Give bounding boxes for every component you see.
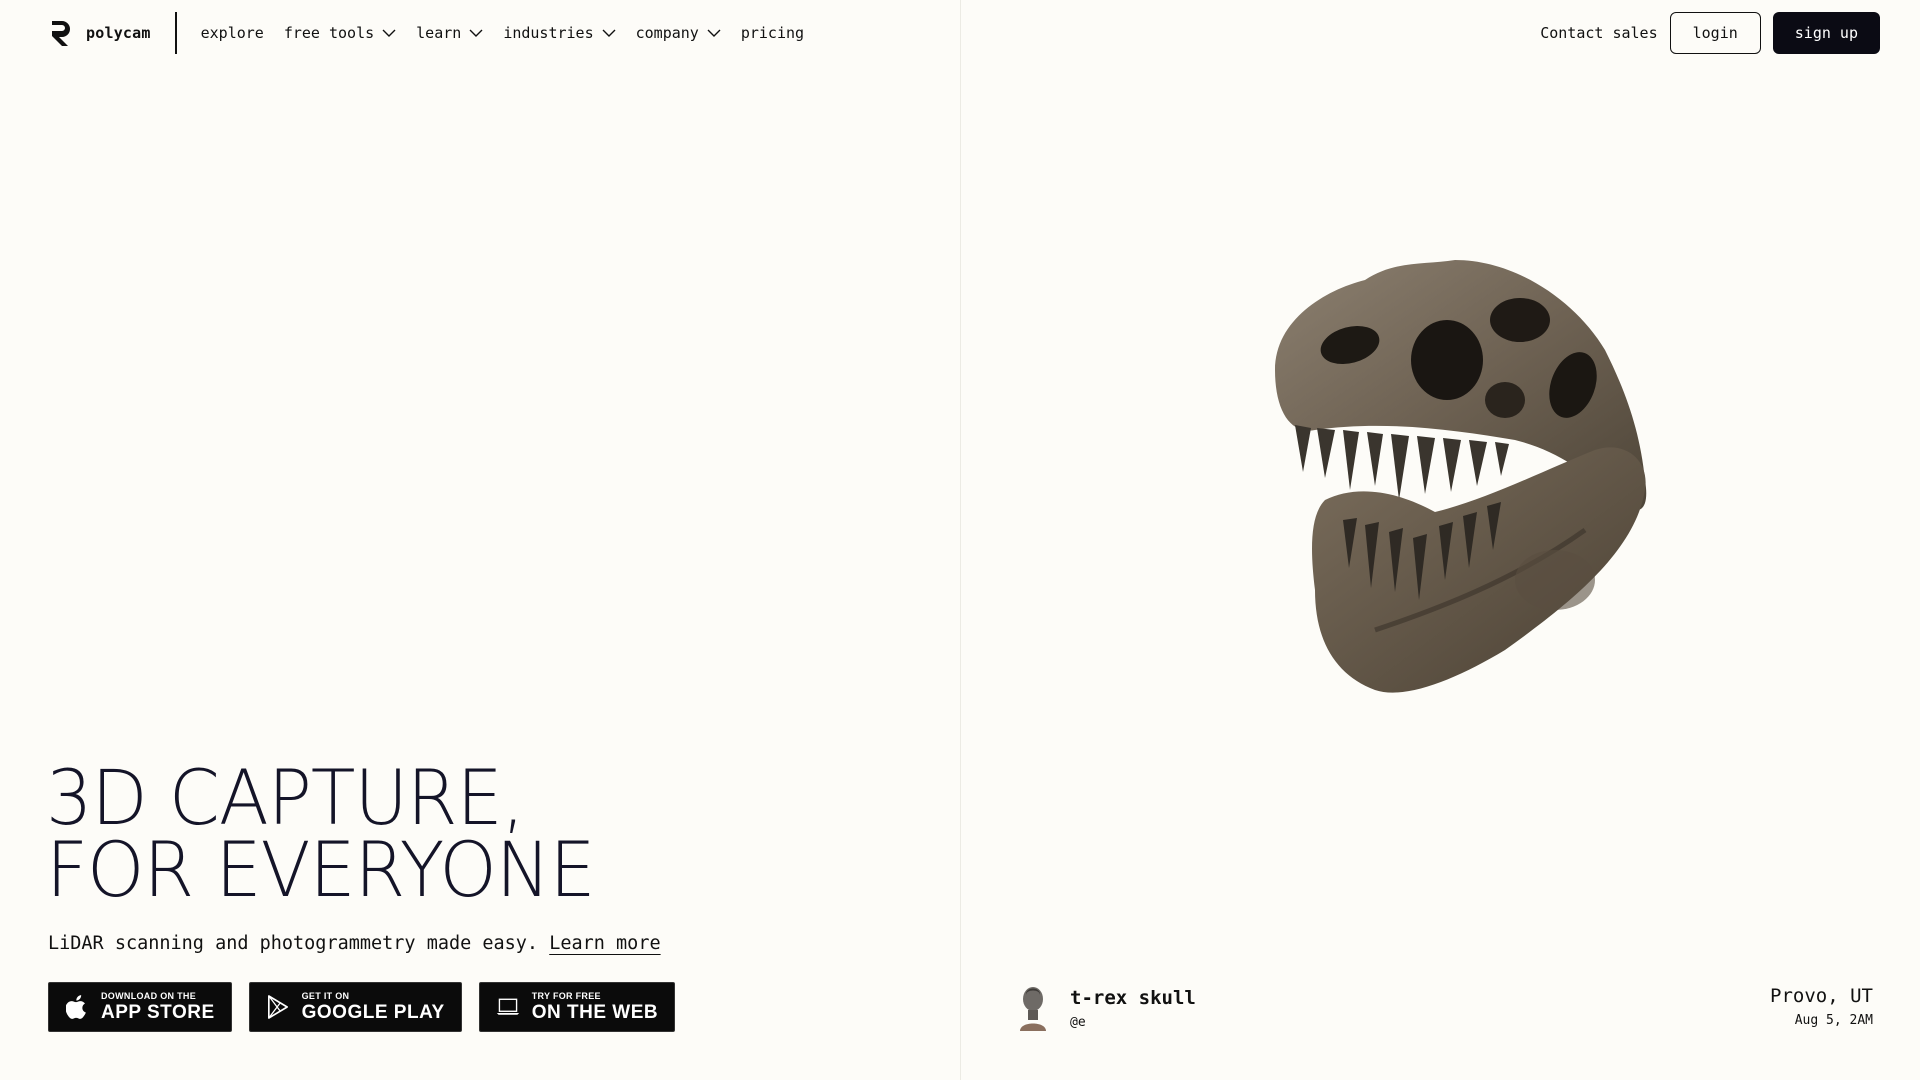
avatar[interactable] [1018, 985, 1048, 1031]
nav-item-label: free tools [283, 24, 375, 42]
contact-sales-link[interactable]: Contact sales [1540, 24, 1657, 42]
nav-item-label: pricing [740, 24, 805, 42]
brand-name: polycam [86, 24, 151, 42]
nav-item-explore[interactable]: explore [201, 24, 264, 42]
trex-skull-image [1275, 260, 1647, 693]
nav-item-pricing[interactable]: pricing [741, 24, 804, 42]
nav-item-company[interactable]: company [636, 24, 721, 42]
nav-item-label: learn [416, 24, 462, 42]
google-play-button[interactable]: GET IT ON GOOGLE PLAY [248, 982, 462, 1032]
model-title[interactable]: t-rex skull [1070, 987, 1196, 1009]
nav-item-label: industries [503, 24, 594, 42]
nav-item-label: company [635, 24, 699, 42]
nav-item-learn[interactable]: learn [416, 24, 483, 42]
app-store-button[interactable]: DOWNLOAD ON THE APP STORE [48, 982, 232, 1032]
brand-logo[interactable]: polycam [48, 19, 175, 47]
google-play-icon [266, 994, 290, 1020]
nav-item-label: explore [200, 24, 264, 42]
hero-title-line2: FOR EVERYONE [46, 825, 596, 914]
trex-skull-model[interactable] [1255, 250, 1655, 710]
store-small-text: TRY FOR FREE [531, 991, 601, 1001]
chevron-down-icon [707, 29, 721, 37]
hero-title: 3D CAPTURE, FOR EVERYONE [46, 753, 596, 914]
polycam-logo-icon [52, 21, 70, 46]
store-buttons: DOWNLOAD ON THE APP STORE GET IT ON GOOG… [48, 982, 676, 1032]
nav-item-industries[interactable]: industries [503, 24, 616, 42]
split-divider [960, 0, 961, 1080]
location-place: Provo, UT [1770, 985, 1873, 1007]
chevron-down-icon [469, 29, 483, 37]
page: polycam explore free tools learn industr… [0, 0, 1920, 1080]
laptop-icon [496, 994, 520, 1020]
header-actions: Contact sales login sign up [1540, 12, 1880, 54]
model-info: t-rex skull @e [1018, 985, 1196, 1031]
apple-icon [65, 994, 89, 1020]
learn-more-link[interactable]: Learn more [549, 933, 660, 954]
chevron-down-icon [382, 29, 396, 37]
store-small-text: GET IT ON [301, 991, 350, 1001]
hero-subtitle: LiDAR scanning and photogrammetry made e… [48, 933, 661, 954]
store-big-text: GOOGLE PLAY [301, 1002, 445, 1023]
main-nav: polycam explore free tools learn industr… [48, 12, 824, 54]
nav-item-free-tools[interactable]: free tools [284, 24, 396, 42]
store-small-text: DOWNLOAD ON THE [101, 991, 196, 1001]
store-big-text: ON THE WEB [531, 1002, 659, 1023]
nav-separator [174, 12, 177, 54]
web-app-button[interactable]: TRY FOR FREE ON THE WEB [478, 982, 676, 1032]
chevron-down-icon [602, 29, 616, 37]
login-button[interactable]: login [1669, 12, 1761, 54]
hero-subtitle-text: LiDAR scanning and photogrammetry made e… [48, 933, 539, 954]
hero-title-line1: 3D CAPTURE, [46, 753, 525, 842]
location-date: Aug 5, 2AM [1794, 1013, 1873, 1028]
signup-button[interactable]: sign up [1772, 12, 1880, 54]
model-location: Provo, UT Aug 5, 2AM [1770, 985, 1873, 1028]
model-user[interactable]: @e [1070, 1015, 1196, 1030]
store-big-text: APP STORE [101, 1002, 215, 1023]
